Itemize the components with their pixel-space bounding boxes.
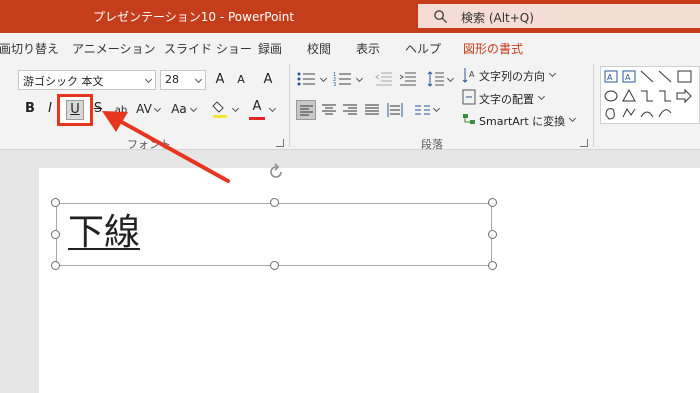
align-center-icon[interactable] xyxy=(322,103,336,117)
change-case-button[interactable]: Aa xyxy=(169,99,189,121)
grow-font-button[interactable]: A xyxy=(211,70,229,92)
tab-help[interactable]: ヘルプ xyxy=(405,40,441,57)
font-name-dropdown[interactable]: 游ゴシック 本文 xyxy=(18,70,156,90)
justify-icon[interactable] xyxy=(365,103,379,117)
highlighter-icon[interactable] xyxy=(211,100,229,120)
increase-indent-icon[interactable] xyxy=(399,71,417,87)
resize-handle[interactable] xyxy=(51,198,60,207)
align-text-button[interactable]: 文字の配置 xyxy=(479,91,534,107)
svg-text:A: A xyxy=(625,73,631,82)
font-color-swatch xyxy=(249,117,265,120)
group-divider xyxy=(593,64,594,147)
font-dialog-launcher-icon[interactable] xyxy=(276,139,284,147)
svg-text:A: A xyxy=(469,70,475,79)
smartart-button[interactable]: SmartArt に変換 xyxy=(479,113,565,129)
font-name-value: 游ゴシック 本文 xyxy=(23,75,104,88)
svg-text:3: 3 xyxy=(333,82,336,87)
bold-button[interactable]: B xyxy=(22,99,38,121)
tab-shape-format[interactable]: 図形の書式 xyxy=(463,40,523,57)
smartart-icon xyxy=(463,114,475,124)
text-direction-icon: A xyxy=(462,68,475,83)
slide-text[interactable]: 下線 xyxy=(68,203,140,255)
tab-record[interactable]: 録画 xyxy=(258,40,282,57)
font-size-value: 28 xyxy=(165,73,179,86)
distributed-icon[interactable] xyxy=(387,102,403,118)
resize-handle[interactable] xyxy=(270,198,279,207)
italic-button[interactable]: I xyxy=(44,99,56,121)
font-group-label: フォント xyxy=(127,138,171,151)
underline-button-highlight[interactable]: U xyxy=(57,94,93,126)
tab-transitions[interactable]: 画切り替え xyxy=(0,40,59,57)
tab-animations[interactable]: アニメーション xyxy=(72,40,156,57)
chevron-down-icon xyxy=(144,75,153,84)
tab-view[interactable]: 表示 xyxy=(356,40,380,57)
ribbon-tabs: 画切り替え アニメーション スライド ショー 録画 校閲 表示 ヘルプ 図形の書… xyxy=(0,33,700,60)
font-size-dropdown[interactable]: 28 xyxy=(160,70,206,90)
title-bar: プレゼンテーション10 - PowerPoint 検索 (Alt+Q) xyxy=(0,0,700,33)
line-spacing-icon[interactable] xyxy=(427,70,445,88)
group-divider xyxy=(289,64,290,147)
align-text-icon xyxy=(462,89,476,105)
numbering-icon[interactable]: 1 2 3 xyxy=(333,71,353,87)
rotate-handle-icon[interactable] xyxy=(266,162,286,182)
slide-canvas[interactable] xyxy=(39,168,700,393)
svg-text:A: A xyxy=(607,73,613,82)
shapes-icon: A A xyxy=(604,70,692,120)
tab-slideshow[interactable]: スライド ショー xyxy=(164,40,252,57)
tab-review[interactable]: 校閲 xyxy=(307,40,331,57)
shrink-font-button[interactable]: A xyxy=(232,70,250,92)
shadow-button[interactable]: ab xyxy=(112,101,130,123)
clear-formatting-button[interactable]: A xyxy=(258,70,278,92)
search-icon xyxy=(434,10,448,24)
resize-handle[interactable] xyxy=(270,261,279,270)
underline-button[interactable]: U xyxy=(66,100,84,120)
align-right-icon[interactable] xyxy=(343,103,357,117)
resize-handle[interactable] xyxy=(51,230,60,239)
align-left-button[interactable] xyxy=(296,100,316,120)
paragraph-dialog-launcher-icon[interactable] xyxy=(580,139,588,147)
shapes-gallery[interactable]: A A xyxy=(600,66,700,124)
decrease-indent-icon[interactable] xyxy=(375,71,393,87)
window-title: プレゼンテーション10 - PowerPoint xyxy=(93,10,295,24)
character-spacing-button[interactable]: AV xyxy=(134,99,154,121)
columns-icon[interactable] xyxy=(415,104,431,116)
paragraph-group-label: 段落 xyxy=(421,138,443,151)
resize-handle[interactable] xyxy=(488,261,497,270)
align-left-icon xyxy=(300,105,313,116)
resize-handle[interactable] xyxy=(488,198,497,207)
resize-handle[interactable] xyxy=(488,230,497,239)
strikethrough-button[interactable]: S xyxy=(93,99,103,121)
font-color-button[interactable]: A xyxy=(249,97,265,119)
search-label: 検索 (Alt+Q) xyxy=(461,11,534,25)
chevron-down-icon xyxy=(194,75,203,84)
text-direction-button[interactable]: 文字列の方向 xyxy=(479,68,545,84)
resize-handle[interactable] xyxy=(51,261,60,270)
bullets-icon[interactable] xyxy=(297,71,317,87)
powerpoint-window: プレゼンテーション10 - PowerPoint 検索 (Alt+Q) 画切り替… xyxy=(0,0,700,393)
